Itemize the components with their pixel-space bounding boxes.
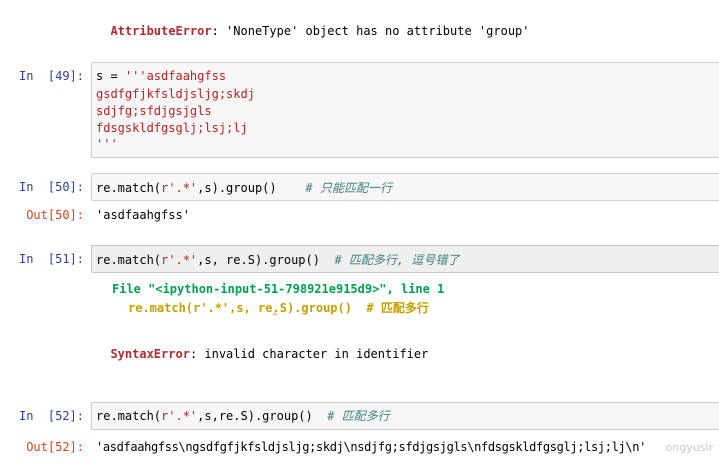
code-line: s = '''asdfaahgfss bbox=[96, 69, 227, 83]
error-message: : 'NoneType' object has no attribute 'gr… bbox=[211, 24, 530, 38]
code-line: sdjfg;sfdjgsjgls bbox=[96, 104, 212, 118]
error-message: : invalid character in identifier bbox=[189, 347, 429, 361]
cell-prompt-51: In [51]: bbox=[18, 252, 84, 266]
cell-prompt-49: In [49]: bbox=[18, 69, 84, 83]
code-line: fdsgskldfgsglj;lsj;lj bbox=[96, 121, 248, 135]
syntax-error-output: SyntaxError: invalid character in identi… bbox=[96, 333, 428, 361]
code-line: re.match(r'.*',s).group() # 只能匹配一行 bbox=[96, 181, 392, 195]
traceback-caret: ^ bbox=[272, 312, 279, 323]
code-line: re.match(r'.*',s,re.S).group() # 匹配多行 bbox=[96, 409, 390, 423]
cell-output-50: 'asdfaahgfss' bbox=[96, 208, 190, 222]
watermark: ongyusir bbox=[665, 441, 713, 454]
code-line: gsdfgfjkfsldjsljg;skdj bbox=[96, 87, 255, 101]
traceback-code: re.match(r'.*',s, re.S).group() # 匹配多行 bbox=[128, 301, 429, 315]
error-output-top: AttributeError: 'NoneType' object has no… bbox=[96, 10, 530, 38]
traceback-file: File "<ipython-input-51-798921e915d9>", … bbox=[112, 282, 445, 296]
error-name: SyntaxError bbox=[110, 347, 190, 361]
out-prompt-50: Out[50]: bbox=[26, 208, 84, 222]
cell-prompt-50: In [50]: bbox=[18, 180, 84, 194]
cell-prompt-52: In [52]: bbox=[18, 409, 84, 423]
code-line: ''' bbox=[96, 137, 118, 151]
out-prompt-52: Out[52]: bbox=[26, 440, 84, 454]
cell-output-52: 'asdfaahgfss\ngsdfgfjkfsldjsljg;skdj\nsd… bbox=[96, 440, 646, 454]
code-line: re.match(r'.*',s, re.S).group() # 匹配多行, … bbox=[96, 253, 460, 267]
error-name: AttributeError bbox=[110, 24, 212, 38]
